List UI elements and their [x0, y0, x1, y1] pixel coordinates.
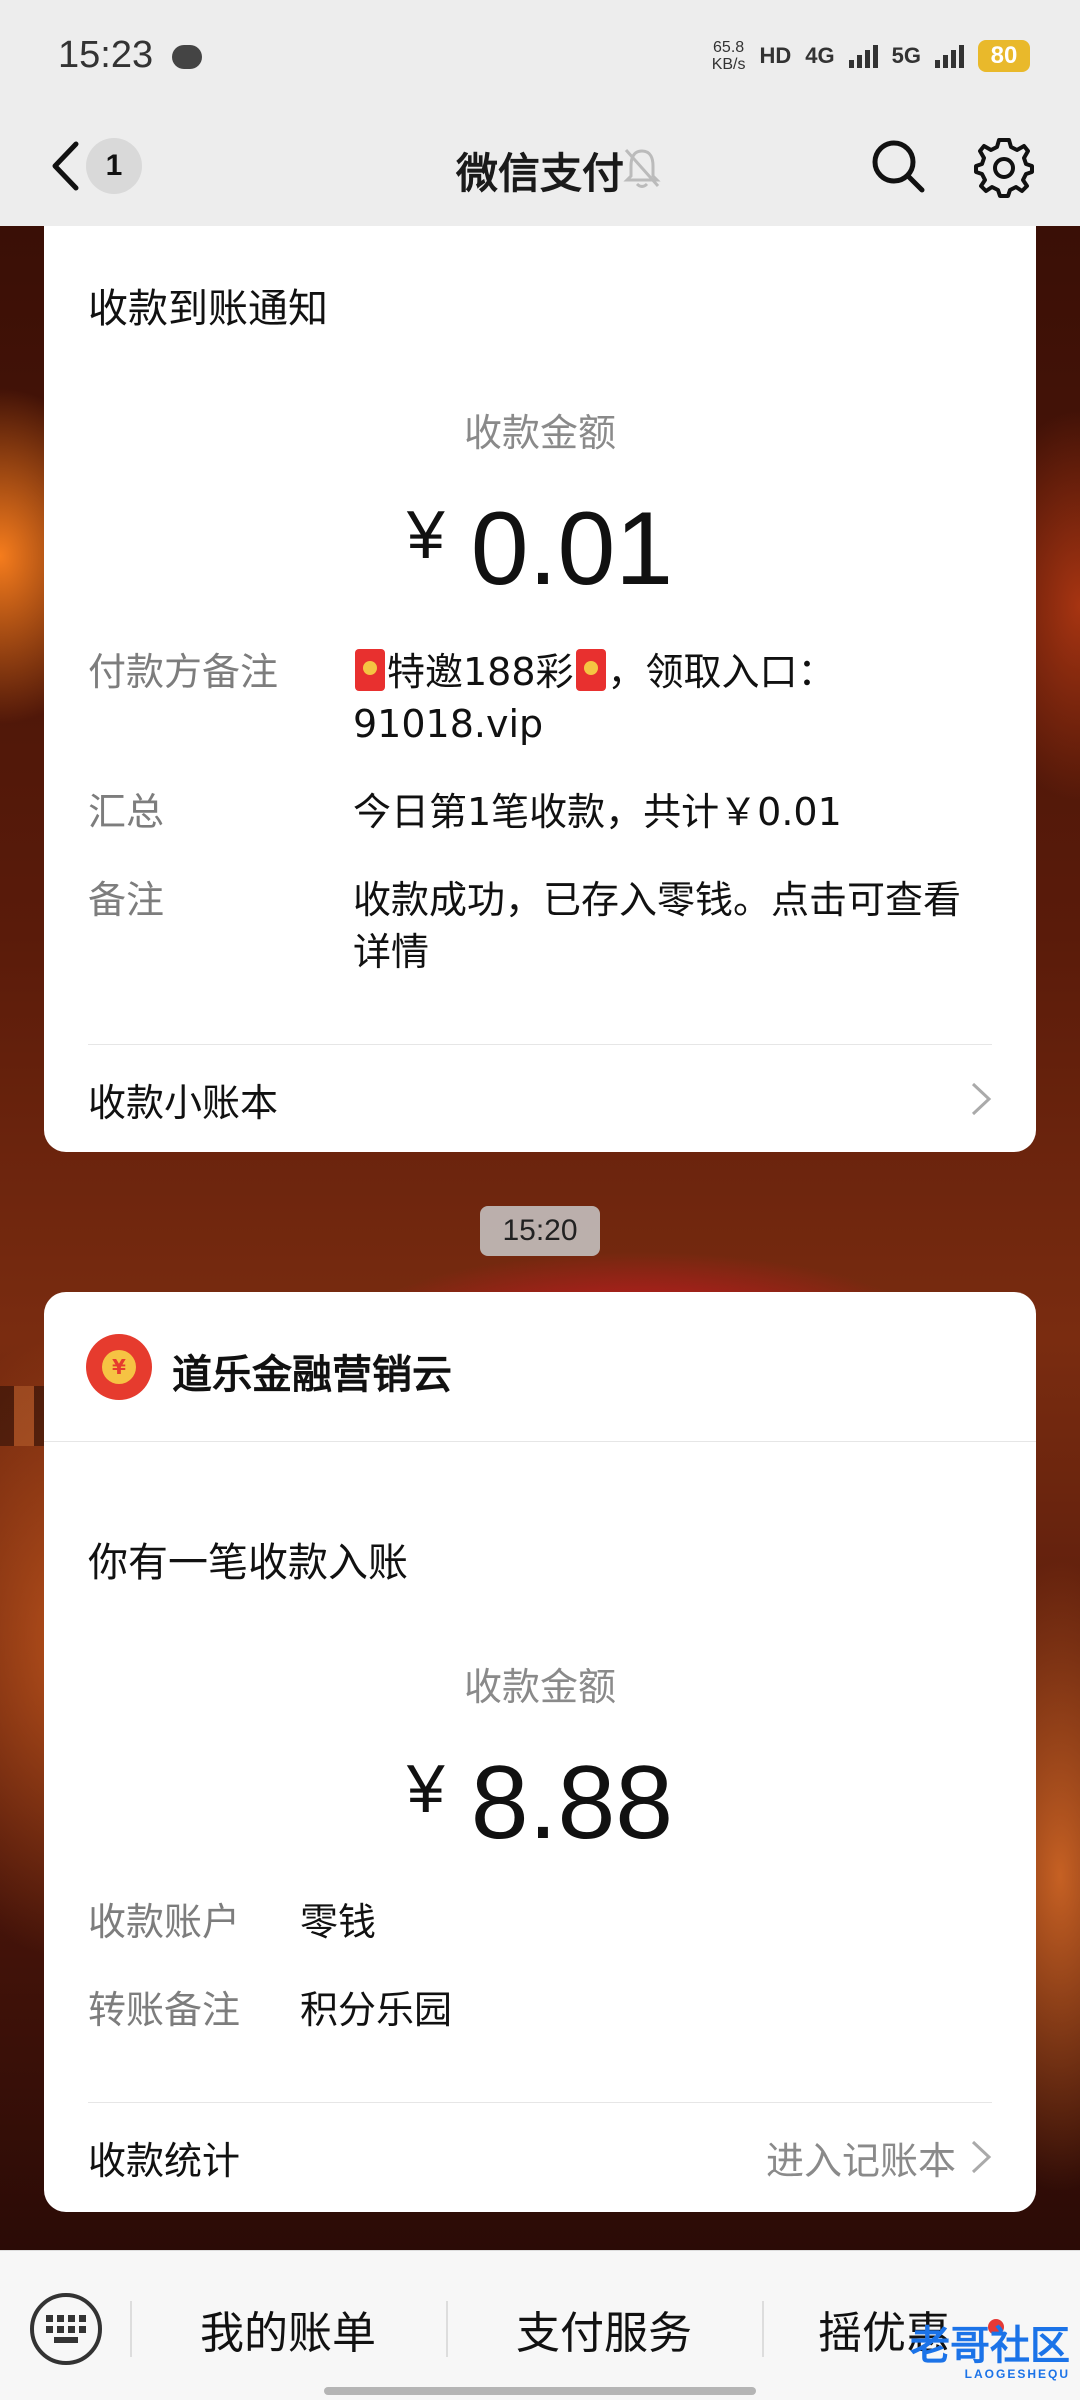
row-value: 特邀188彩 ，领取入口：91018.vip	[353, 646, 992, 750]
row-key: 付款方备注	[88, 650, 279, 694]
row-value: 收款成功，已存入零钱。点击可查看详情	[353, 878, 962, 974]
battery-icon: 80	[978, 40, 1030, 72]
watermark-logo: 老哥社区 LAOGESHEQU	[880, 2313, 1070, 2383]
row-key: 汇总	[88, 790, 165, 834]
row-value: 零钱	[300, 1900, 377, 1944]
sender-header[interactable]: ¥ 道乐金融营销云	[44, 1292, 1036, 1442]
ledger-entry-link[interactable]: 进入记账本	[766, 2130, 992, 2185]
keyboard-icon[interactable]	[30, 2293, 102, 2365]
amount-number: 0.01	[470, 491, 674, 607]
red-packet-icon	[575, 649, 606, 691]
status-time: 15:23	[58, 34, 154, 76]
mute-bell-icon	[622, 146, 662, 190]
message-timestamp: 15:20	[480, 1206, 600, 1256]
currency-symbol: ¥	[406, 497, 445, 573]
summary-row: 汇总 今日第1笔收款，共计￥0.01	[88, 786, 992, 838]
row-value: 今日第1笔收款，共计￥0.01	[353, 790, 842, 834]
ledger-entry-label: 进入记账本	[765, 2138, 956, 2183]
speed-value: 65.8	[713, 39, 745, 56]
card-title: 收款到账通知	[88, 286, 328, 332]
search-icon[interactable]	[866, 134, 930, 198]
speed-unit: KB/s	[711, 56, 746, 73]
amount-value: ¥8.88	[44, 1744, 1036, 1863]
network-4g-label: 4G	[805, 43, 835, 68]
signal-4g-icon	[848, 44, 878, 68]
logo-glyph: ¥	[102, 1350, 136, 1384]
statistics-footer[interactable]: 收款统计 进入记账本	[88, 2102, 992, 2212]
sender-name: 道乐金融营销云	[172, 1352, 452, 1398]
ledger-link[interactable]: 收款小账本	[88, 1044, 992, 1154]
row-key: 转账备注	[88, 1988, 241, 2032]
amount-value: ¥0.01	[44, 490, 1036, 609]
red-packet-icon	[355, 649, 385, 691]
ledger-label: 收款小账本	[88, 1080, 279, 1125]
sender-logo-icon: ¥	[86, 1334, 152, 1400]
top-bar: 15:23 65.8 KB/s HD 4G 5G 80 1 微信支付	[0, 0, 1080, 226]
payer-note-text: 特邀188彩	[387, 650, 574, 694]
message-notification-icon	[172, 45, 202, 69]
currency-symbol: ¥	[406, 1751, 445, 1827]
signal-5g-icon	[935, 44, 964, 68]
transfer-note-row: 转账备注 积分乐园	[88, 1984, 992, 2036]
gear-icon[interactable]	[972, 134, 1036, 198]
watermark-subtext: LAOGESHEQU	[964, 2367, 1070, 2381]
navigation-bar: 1 微信支付	[0, 110, 1080, 226]
remark-row: 备注 收款成功，已存入零钱。点击可查看详情	[88, 874, 992, 978]
row-value: 积分乐园	[300, 1988, 453, 2032]
home-indicator[interactable]	[324, 2387, 756, 2395]
account-row: 收款账户 零钱	[88, 1896, 992, 1948]
tab-my-bills[interactable]: 我的账单	[132, 2281, 444, 2377]
tab-payment-services[interactable]: 支付服务	[448, 2281, 760, 2377]
chevron-right-icon	[971, 1082, 992, 1116]
chevron-right-icon	[971, 2140, 992, 2174]
status-bar: 15:23 65.8 KB/s HD 4G 5G 80	[0, 0, 1080, 110]
payer-note-row: 付款方备注 特邀188彩 ，领取入口：91018.vip	[88, 646, 992, 750]
network-speed: 65.8 KB/s	[712, 39, 746, 73]
network-5g-label: 5G	[891, 43, 921, 68]
hd-icon: HD	[759, 43, 792, 68]
statistics-label: 收款统计	[88, 2138, 241, 2183]
card-title: 你有一笔收款入账	[88, 1540, 408, 1586]
watermark-text: 老哥社区	[910, 2323, 1070, 2369]
bottom-menu-bar: 我的账单 支付服务 摇优惠 老哥社区 LAOGESHEQU	[0, 2250, 1080, 2400]
transfer-notification-card[interactable]: ¥ 道乐金融营销云 你有一笔收款入账 收款金额 ¥8.88 收款账户 零钱 转账…	[44, 1292, 1036, 2212]
status-right-group: 65.8 KB/s HD 4G 5G 80	[712, 34, 1030, 78]
row-key: 备注	[88, 878, 165, 922]
amount-label: 收款金额	[463, 411, 616, 455]
payment-notification-card[interactable]: 收款到账通知 收款金额 ¥0.01 付款方备注 特邀188彩 ，领取入口：9101…	[44, 196, 1036, 1152]
amount-number: 8.88	[470, 1745, 674, 1861]
row-key: 收款账户	[88, 1900, 241, 1944]
amount-label: 收款金额	[463, 1665, 616, 1709]
